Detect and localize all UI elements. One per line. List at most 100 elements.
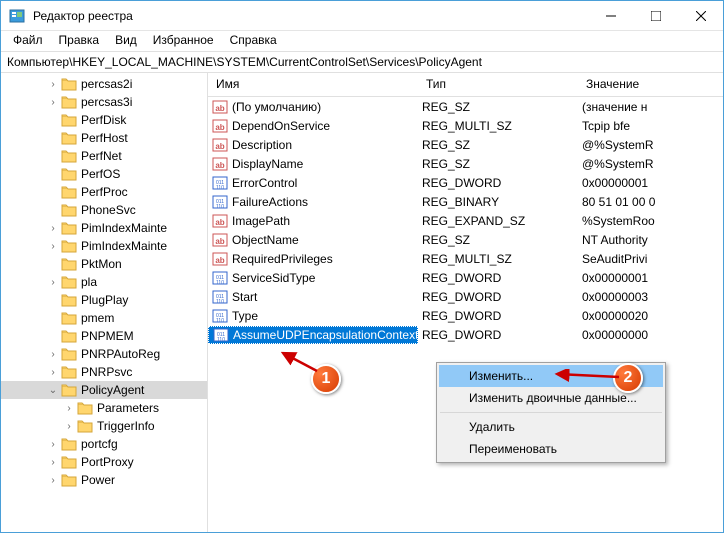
chevron-right-icon[interactable]: ›	[47, 241, 59, 252]
svg-text:ab: ab	[215, 256, 224, 265]
tree-label: PlugPlay	[81, 293, 128, 307]
svg-text:110: 110	[216, 299, 224, 305]
list-row[interactable]: abDisplayNameREG_SZ@%SystemR	[208, 154, 723, 173]
row-value: @%SystemR	[578, 138, 723, 152]
row-name: ObjectName	[232, 233, 299, 247]
tree-item[interactable]: › percsas2i	[1, 75, 207, 93]
tree-item[interactable]: PerfDisk	[1, 111, 207, 129]
list-row[interactable]: 011110StartREG_DWORD0x00000003	[208, 287, 723, 306]
tree-label: percsas2i	[81, 77, 132, 91]
tree-item[interactable]: ›Power	[1, 471, 207, 489]
tree-label: PNPMEM	[81, 329, 134, 343]
tree-label: PNRPAutoReg	[81, 347, 160, 361]
row-value: 0x00000003	[578, 290, 723, 304]
menu-edit[interactable]: Правка	[51, 31, 108, 51]
tree-item[interactable]: ›pla	[1, 273, 207, 291]
tree-item[interactable]: pmem	[1, 309, 207, 327]
tree-item[interactable]: › PNRPsvc	[1, 363, 207, 381]
tree-item[interactable]: PlugPlay	[1, 291, 207, 309]
chevron-right-icon[interactable]: ›	[47, 457, 59, 468]
content: ›percsas2i›percsas3iPerfDiskPerfHostPerf…	[1, 73, 723, 532]
tree-item[interactable]: PerfHost	[1, 129, 207, 147]
row-type: REG_DWORD	[418, 271, 578, 285]
list-row[interactable]: abDescriptionREG_SZ@%SystemR	[208, 135, 723, 154]
menu-view[interactable]: Вид	[107, 31, 145, 51]
row-type: REG_EXPAND_SZ	[418, 214, 578, 228]
minimize-button[interactable]	[588, 1, 633, 31]
tree-item[interactable]: PerfNet	[1, 147, 207, 165]
row-value: NT Authority	[578, 233, 723, 247]
tree-item[interactable]: PerfOS	[1, 165, 207, 183]
row-name: Description	[232, 138, 292, 152]
chevron-right-icon[interactable]: ›	[63, 421, 75, 432]
row-name: RequiredPrivileges	[232, 252, 333, 266]
list-row[interactable]: 011110TypeREG_DWORD0x00000020	[208, 306, 723, 325]
ctx-rename[interactable]: Переименовать	[439, 438, 663, 460]
chevron-right-icon[interactable]: ›	[63, 403, 75, 414]
row-type: REG_DWORD	[418, 328, 578, 342]
tree-item[interactable]: PktMon	[1, 255, 207, 273]
chevron-right-icon[interactable]: ›	[47, 439, 59, 450]
menu-file[interactable]: Файл	[5, 31, 51, 51]
svg-text:ab: ab	[215, 218, 224, 227]
chevron-right-icon[interactable]: ›	[47, 79, 59, 90]
tree-item[interactable]: ›PortProxy	[1, 453, 207, 471]
regedit-icon	[9, 8, 25, 24]
row-value: 0x00000001	[578, 176, 723, 190]
maximize-button[interactable]	[633, 1, 678, 31]
list-row[interactable]: abDependOnServiceREG_MULTI_SZTcpip bfe	[208, 116, 723, 135]
col-value[interactable]: Значение	[578, 73, 723, 96]
col-name[interactable]: Имя	[208, 73, 418, 96]
list-row[interactable]: abImagePathREG_EXPAND_SZ%SystemRoo	[208, 211, 723, 230]
tree-item[interactable]: ›percsas3i	[1, 93, 207, 111]
row-value: Tcpip bfe	[578, 119, 723, 133]
menu-favorites[interactable]: Избранное	[145, 31, 222, 51]
col-type[interactable]: Тип	[418, 73, 578, 96]
tree-item[interactable]: PNPMEM	[1, 327, 207, 345]
row-name: (По умолчанию)	[232, 100, 321, 114]
menu-help[interactable]: Справка	[222, 31, 285, 51]
chevron-down-icon[interactable]: ⌄	[47, 385, 59, 396]
tree-item[interactable]: › portcfg	[1, 435, 207, 453]
tree-item[interactable]: ⌄PolicyAgent	[1, 381, 207, 399]
row-type: REG_SZ	[418, 138, 578, 152]
chevron-right-icon[interactable]: ›	[47, 349, 59, 360]
tree-label: TriggerInfo	[97, 419, 155, 433]
row-name: ErrorControl	[232, 176, 297, 190]
list-row[interactable]: 011110ServiceSidTypeREG_DWORD0x00000001	[208, 268, 723, 287]
tree-item[interactable]: › Parameters	[1, 399, 207, 417]
list-row[interactable]: abObjectNameREG_SZNT Authority	[208, 230, 723, 249]
tree-label: PerfOS	[81, 167, 120, 181]
tree-pane[interactable]: ›percsas2i›percsas3iPerfDiskPerfHostPerf…	[1, 73, 208, 532]
tree-item[interactable]: PhoneSvc	[1, 201, 207, 219]
tree-item[interactable]: › PNRPAutoReg	[1, 345, 207, 363]
chevron-right-icon[interactable]: ›	[47, 367, 59, 378]
chevron-right-icon[interactable]: ›	[47, 277, 59, 288]
svg-text:110: 110	[216, 280, 224, 286]
tree-item[interactable]: PerfProc	[1, 183, 207, 201]
tree-label: PimIndexMainte	[81, 239, 167, 253]
chevron-right-icon[interactable]: ›	[47, 475, 59, 486]
list-row[interactable]: 011110ErrorControlREG_DWORD0x00000001	[208, 173, 723, 192]
tree-label: PNRPsvc	[81, 365, 132, 379]
tree-item[interactable]: ›PimIndexMainte	[1, 219, 207, 237]
tree-label: portcfg	[81, 437, 118, 451]
chevron-right-icon[interactable]: ›	[47, 97, 59, 108]
tree-label: Parameters	[97, 401, 159, 415]
list-row[interactable]: 011110AssumeUDPEncapsulationContextOnS..…	[208, 325, 723, 344]
list-pane[interactable]: Имя Тип Значение ab(По умолчанию)REG_SZ(…	[208, 73, 723, 532]
svg-text:ab: ab	[215, 237, 224, 246]
list-row[interactable]: 011110FailureActionsREG_BINARY80 51 01 0…	[208, 192, 723, 211]
close-button[interactable]	[678, 1, 723, 31]
tree-item[interactable]: › TriggerInfo	[1, 417, 207, 435]
arrow-1	[279, 349, 319, 373]
row-name: FailureActions	[232, 195, 308, 209]
list-row[interactable]: abRequiredPrivilegesREG_MULTI_SZSeAuditP…	[208, 249, 723, 268]
tree-item[interactable]: › PimIndexMainte	[1, 237, 207, 255]
chevron-right-icon[interactable]: ›	[47, 223, 59, 234]
ctx-delete[interactable]: Удалить	[439, 416, 663, 438]
address-bar[interactable]: Компьютер\HKEY_LOCAL_MACHINE\SYSTEM\Curr…	[1, 51, 723, 73]
ctx-separator	[440, 412, 662, 413]
list-row[interactable]: ab(По умолчанию)REG_SZ(значение н	[208, 97, 723, 116]
row-type: REG_DWORD	[418, 309, 578, 323]
